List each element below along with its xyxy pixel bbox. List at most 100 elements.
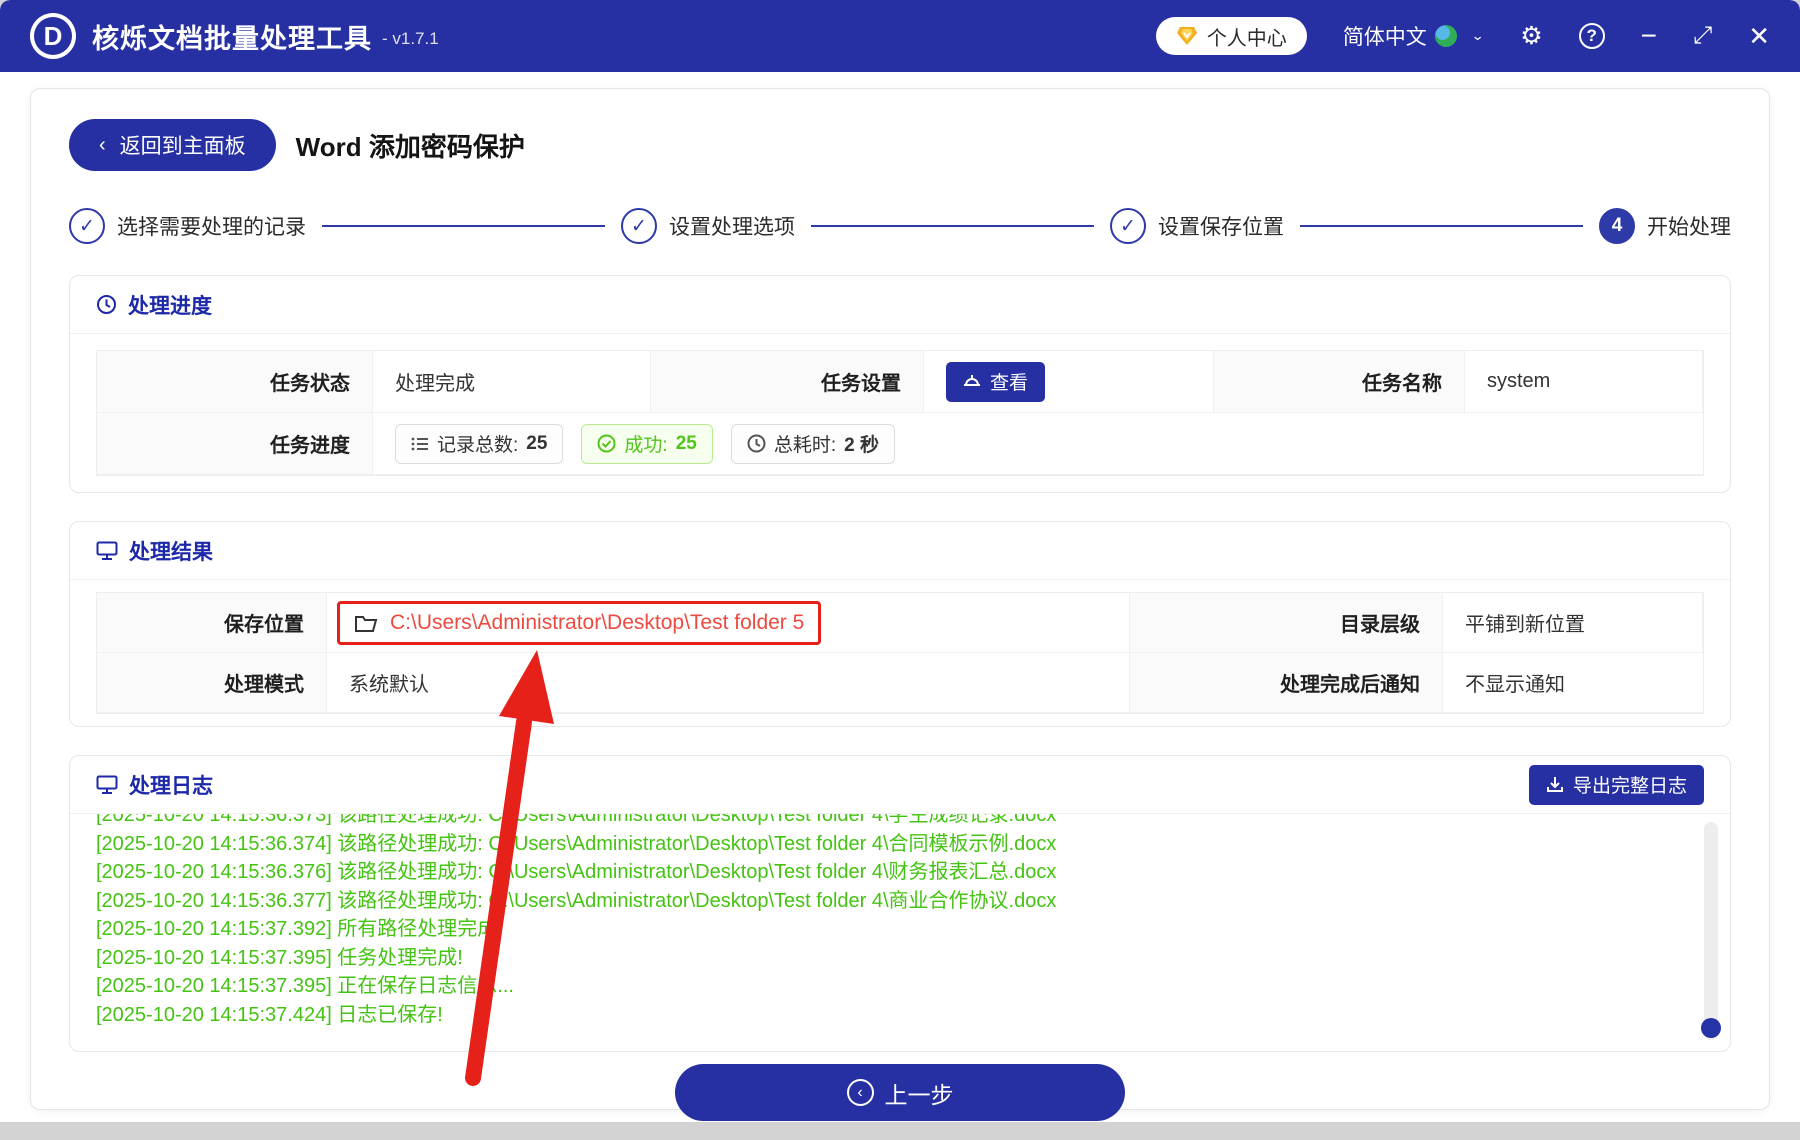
step-2-options[interactable]: ✓ 设置处理选项 (621, 208, 795, 244)
process-mode-label: 处理模式 (97, 653, 327, 713)
check-circle-icon (597, 434, 616, 453)
personal-center-label: 个人中心 (1206, 27, 1287, 50)
list-icon (411, 437, 428, 450)
back-button-label: 返回到主面板 (119, 135, 246, 158)
step-1-select-records[interactable]: ✓ 选择需要处理的记录 (69, 208, 306, 244)
success-label: 成功: (624, 435, 668, 456)
result-section-title: 处理结果 (129, 540, 213, 564)
folder-icon (355, 615, 378, 632)
gear-icon[interactable]: ⚙ (1520, 23, 1542, 49)
process-mode-value: 系统默认 (327, 653, 1130, 713)
minimize-icon[interactable]: − (1641, 22, 1657, 50)
step-check-icon: ✓ (621, 208, 657, 244)
log-entry: [2025-10-20 14:15:36.376] 该路径处理成功: C:\Us… (96, 861, 1057, 883)
step-connector (1300, 224, 1583, 228)
log-section-title: 处理日志 (129, 774, 213, 798)
download-icon (1546, 776, 1563, 792)
task-settings-label: 任务设置 (651, 351, 924, 413)
task-name-label: 任务名称 (1214, 351, 1465, 413)
export-log-label: 导出完整日志 (1572, 776, 1687, 797)
elapsed-time-badge: 总耗时: 2 秒 (730, 423, 895, 464)
step-check-icon: ✓ (69, 208, 105, 244)
vip-gem-icon (1176, 27, 1197, 45)
save-location-annotation-box: C:\Users\Administrator\Desktop\Test fold… (337, 600, 822, 645)
success-value: 25 (675, 432, 697, 454)
step-label: 选择需要处理的记录 (117, 216, 306, 239)
view-task-settings-button[interactable]: 查看 (946, 361, 1046, 402)
clock-icon (747, 434, 766, 453)
save-location-label: 保存位置 (97, 593, 327, 653)
app-title: 核烁文档批量处理工具 (92, 23, 372, 54)
task-status-label: 任务状态 (97, 351, 373, 413)
view-button-label: 查看 (990, 373, 1029, 394)
step-label: 开始处理 (1647, 216, 1731, 239)
total-records-value: 25 (526, 432, 548, 454)
chevron-down-icon: ⌄ (1470, 29, 1485, 44)
log-viewport[interactable]: [2025-10-20 14:15:36.373] 该路径处理成功: C:\Us… (70, 814, 1730, 1051)
log-entry: [2025-10-20 14:15:37.395] 任务处理完成! (96, 946, 463, 969)
step-label: 设置处理选项 (669, 216, 795, 239)
step-number-badge: 4 (1599, 208, 1635, 244)
progress-table: 任务状态 处理完成 任务设置 查看 任务名称 system 任务进度 记录总数:… (96, 350, 1704, 476)
elapsed-value: 2 秒 (844, 435, 879, 456)
progress-section: 处理进度 任务状态 处理完成 任务设置 查看 任务名称 system 任务进度 … (69, 275, 1731, 493)
result-section-header: 处理结果 (70, 522, 1730, 580)
app-logo: D (30, 13, 76, 59)
app-version: - v1.7.1 (382, 29, 439, 48)
log-scrollbar-track[interactable] (1701, 822, 1721, 1040)
monitor-icon (96, 541, 118, 561)
step-4-start-processing[interactable]: 4 开始处理 (1599, 208, 1731, 244)
total-records-badge: 记录总数: 25 (395, 423, 564, 464)
task-status-value: 处理完成 (373, 351, 651, 413)
main-panel: ‹ 返回到主面板 Word 添加密码保护 ✓ 选择需要处理的记录 ✓ 设置处理选… (30, 88, 1770, 1121)
view-icon (964, 375, 980, 386)
close-icon[interactable]: ✕ (1748, 23, 1770, 49)
task-progress-label: 任务进度 (97, 413, 373, 475)
dir-level-label: 目录层级 (1130, 593, 1443, 653)
step-label: 设置保存位置 (1158, 216, 1284, 239)
log-section-header: 处理日志 导出完整日志 (70, 756, 1730, 814)
result-table: 保存位置 C:\Users\Administrator\Desktop\Test… (96, 592, 1704, 714)
step-3-save-location[interactable]: ✓ 设置保存位置 (1110, 208, 1284, 244)
task-progress-badges: 记录总数: 25 成功: 25 总耗时: 2 秒 (373, 413, 1703, 475)
language-label: 简体中文 (1342, 26, 1427, 49)
result-section: 处理结果 保存位置 C:\Users\Administrator\Desktop… (69, 521, 1731, 727)
app-window: D 核烁文档批量处理工具 - v1.7.1 个人中心 简体中文 ⌄ ⚙ ? − … (0, 0, 1800, 1122)
clock-icon (96, 294, 117, 315)
previous-step-label: 上一步 (884, 1081, 954, 1108)
personal-center-button[interactable]: 个人中心 (1155, 17, 1307, 55)
success-count-badge: 成功: 25 (581, 423, 713, 464)
log-lines: [2025-10-20 14:15:36.373] 该路径处理成功: C:\Us… (96, 814, 1670, 1029)
titlebar: D 核烁文档批量处理工具 - v1.7.1 个人中心 简体中文 ⌄ ⚙ ? − … (0, 0, 1800, 72)
step-check-icon: ✓ (1110, 208, 1146, 244)
task-name-value: system (1465, 351, 1703, 413)
language-selector[interactable]: 简体中文 ⌄ (1343, 21, 1484, 51)
chevron-left-circle-icon: ‹ (846, 1079, 874, 1106)
total-records-label: 记录总数: (437, 435, 519, 456)
elapsed-label: 总耗时: (773, 435, 837, 456)
log-entry: [2025-10-20 14:15:36.374] 该路径处理成功: C:\Us… (96, 832, 1057, 855)
resize-icon[interactable]: ⤢ (1693, 24, 1712, 48)
log-section: 处理日志 导出完整日志 [2025-10-20 14:15:36.373] 该路… (69, 755, 1731, 1052)
app-logo-letter: D (34, 17, 72, 55)
monitor-icon (96, 775, 118, 795)
export-log-button[interactable]: 导出完整日志 (1528, 764, 1704, 805)
help-icon[interactable]: ? (1578, 23, 1605, 49)
log-scrollbar-thumb[interactable] (1701, 1018, 1721, 1038)
dir-level-value: 平铺到新位置 (1443, 593, 1703, 653)
step-connector (811, 224, 1094, 228)
progress-section-header: 处理进度 (70, 276, 1730, 334)
log-entry: [2025-10-20 14:15:36.377] 该路径处理成功: C:\Us… (96, 889, 1057, 912)
step-connector (322, 224, 605, 228)
log-entry: [2025-10-20 14:15:37.424] 日志已保存! (96, 1003, 443, 1026)
page-title: Word 添加密码保护 (295, 131, 525, 162)
log-entry: [2025-10-20 14:15:37.392] 所有路径处理完成! (96, 918, 503, 940)
notify-label: 处理完成后通知 (1130, 653, 1443, 713)
step-indicator: ✓ 选择需要处理的记录 ✓ 设置处理选项 ✓ 设置保存位置 4 开始处理 (69, 205, 1731, 247)
notify-value: 不显示通知 (1443, 653, 1703, 713)
previous-step-button[interactable]: ‹ 上一步 (675, 1064, 1125, 1121)
save-location-link[interactable]: C:\Users\Administrator\Desktop\Test fold… (390, 611, 804, 635)
back-to-dashboard-button[interactable]: ‹ 返回到主面板 (69, 119, 276, 171)
globe-icon (1434, 25, 1457, 47)
log-entry: [2025-10-20 14:15:37.395] 正在保存日志信息... (96, 975, 514, 997)
